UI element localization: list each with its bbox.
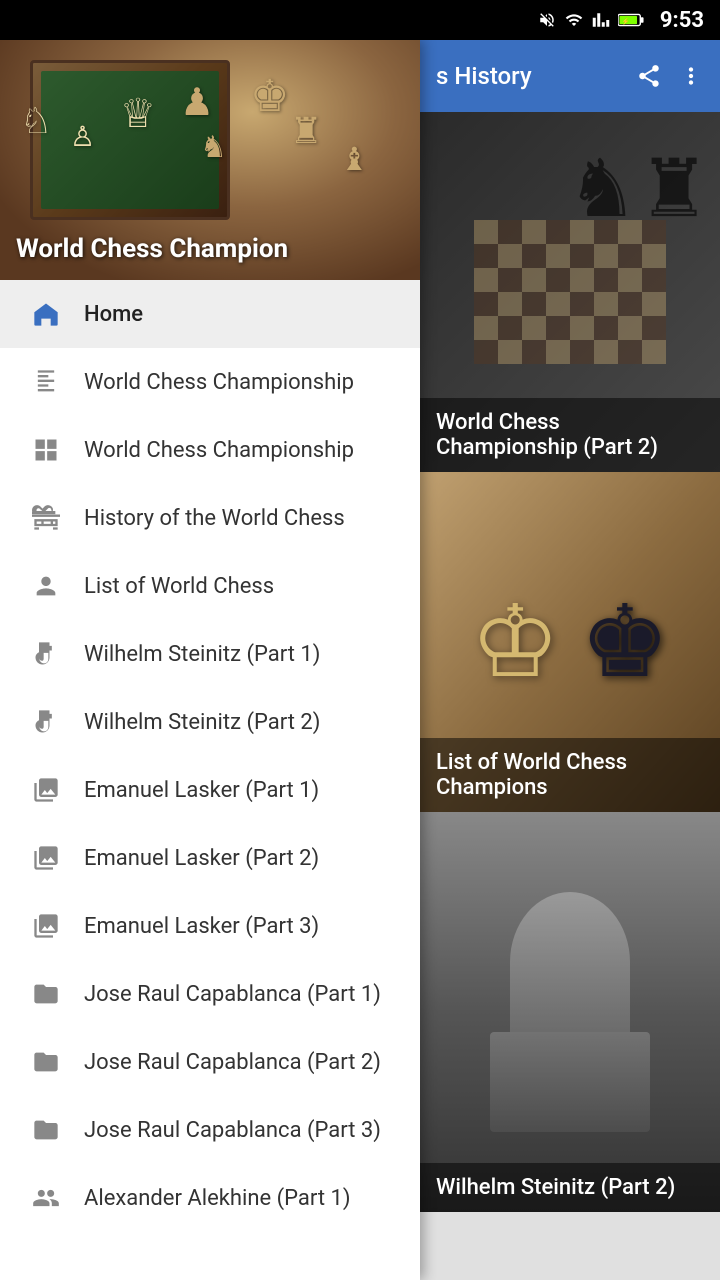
card-2-piece-dark: ♚ [580, 583, 670, 701]
sidebar-item-lasker2[interactable]: Emanuel Lasker (Part 2) [0, 824, 420, 892]
nav-label-wcc2: World Chess Championship [84, 438, 354, 463]
chess-board-pattern [474, 220, 666, 364]
nav-icon-lasker2 [24, 836, 68, 880]
sidebar-item-capa1[interactable]: Jose Raul Capablanca (Part 1) [0, 960, 420, 1028]
nav-icon-alek1 [24, 1176, 68, 1220]
share-icon[interactable] [636, 63, 662, 89]
nav-label-lasker3: Emanuel Lasker (Part 3) [84, 914, 319, 939]
sidebar-item-steinitz2[interactable]: Wilhelm Steinitz (Part 2) [0, 688, 420, 756]
wifi-icon [564, 11, 584, 29]
nav-icon-capa1 [24, 972, 68, 1016]
nav-icon-history [24, 496, 68, 540]
chess-piece-4: ♟ [180, 80, 214, 125]
content-area: s History [420, 40, 720, 1280]
more-options-icon[interactable] [678, 63, 704, 89]
card-1-overlay: World Chess Championship (Part 2) [420, 398, 720, 472]
drawer-header: ♘ ♙ ♕ ♟ ♞ ♚ ♜ ♝ World Chess Champion [0, 40, 420, 280]
main-wrapper: ♘ ♙ ♕ ♟ ♞ ♚ ♜ ♝ World Chess Champion Hom… [0, 40, 720, 1280]
card-2-piece-light: ♔ [470, 583, 560, 701]
chess-piece-5: ♞ [200, 130, 227, 165]
nav-label-capa3: Jose Raul Capablanca (Part 3) [84, 1118, 381, 1143]
mute-icon [538, 11, 556, 29]
nav-label-capa2: Jose Raul Capablanca (Part 2) [84, 1050, 381, 1075]
chess-piece-3: ♕ [120, 90, 156, 137]
chess-piece-8: ♝ [340, 140, 369, 178]
sidebar-item-home[interactable]: Home [0, 280, 420, 348]
status-icons: ⚡ 9:53 [538, 8, 704, 33]
nav-label-wcc1: World Chess Championship [84, 370, 354, 395]
status-time: 9:53 [660, 8, 704, 33]
card-3-overlay: Wilhelm Steinitz (Part 2) [420, 1163, 720, 1212]
navigation-drawer: ♘ ♙ ♕ ♟ ♞ ♚ ♜ ♝ World Chess Champion Hom… [0, 40, 420, 1280]
nav-icon-capa3 [24, 1108, 68, 1152]
nav-label-list: List of World Chess [84, 574, 274, 599]
app-bar: s History [420, 40, 720, 112]
app-bar-actions [636, 63, 704, 89]
battery-icon: ⚡ [618, 12, 644, 28]
nav-label-steinitz1: Wilhelm Steinitz (Part 1) [84, 642, 320, 667]
chess-piece-2: ♙ [70, 120, 95, 153]
sidebar-item-list[interactable]: List of World Chess [0, 552, 420, 620]
card-1-pieces: ♞♜ [567, 142, 710, 236]
card-1-title: World Chess Championship (Part 2) [436, 410, 658, 460]
content-card-3[interactable]: Wilhelm Steinitz (Part 2) [420, 812, 720, 1212]
portrait-area [490, 892, 650, 1132]
sidebar-item-history[interactable]: History of the World Chess [0, 484, 420, 552]
sidebar-item-wcc2[interactable]: World Chess Championship [0, 416, 420, 484]
nav-icon-steinitz2 [24, 700, 68, 744]
sidebar-item-alek1[interactable]: Alexander Alekhine (Part 1) [0, 1164, 420, 1232]
nav-label-lasker1: Emanuel Lasker (Part 1) [84, 778, 319, 803]
nav-icon-list [24, 564, 68, 608]
chess-piece-1: ♘ [20, 100, 52, 142]
nav-icon-wcc1 [24, 360, 68, 404]
card-2-overlay: List of World Chess Champions [420, 738, 720, 812]
nav-label-history: History of the World Chess [84, 506, 345, 531]
nav-icon-home [24, 292, 68, 336]
nav-icon-steinitz1 [24, 632, 68, 676]
sidebar-item-capa3[interactable]: Jose Raul Capablanca (Part 3) [0, 1096, 420, 1164]
card-3-title: Wilhelm Steinitz (Part 2) [436, 1175, 675, 1200]
chess-piece-6: ♚ [250, 70, 289, 122]
nav-icon-wcc2 [24, 428, 68, 472]
nav-icon-lasker1 [24, 768, 68, 812]
nav-label-alek1: Alexander Alekhine (Part 1) [84, 1186, 351, 1211]
sidebar-item-lasker1[interactable]: Emanuel Lasker (Part 1) [0, 756, 420, 824]
nav-label-home: Home [84, 302, 143, 327]
sidebar-item-wcc1[interactable]: World Chess Championship [0, 348, 420, 416]
nav-label-capa1: Jose Raul Capablanca (Part 1) [84, 982, 381, 1007]
nav-items-list: Home World Chess Championship World Chess … [0, 280, 420, 1232]
sidebar-item-capa2[interactable]: Jose Raul Capablanca (Part 2) [0, 1028, 420, 1096]
card-2-title: List of World Chess Champions [436, 750, 627, 800]
content-card-1[interactable]: ♞♜ World Chess Championship (Part 2) [420, 112, 720, 472]
status-bar: ⚡ 9:53 [0, 0, 720, 40]
card-3-background [420, 812, 720, 1212]
app-bar-title: s History [436, 62, 532, 90]
content-card-2[interactable]: ♔ ♚ List of World Chess Champions [420, 472, 720, 812]
nav-label-lasker2: Emanuel Lasker (Part 2) [84, 846, 319, 871]
drawer-header-title: World Chess Champion [16, 234, 288, 264]
signal-icon [592, 11, 610, 29]
sidebar-item-lasker3[interactable]: Emanuel Lasker (Part 3) [0, 892, 420, 960]
svg-text:⚡: ⚡ [622, 18, 630, 26]
chess-piece-7: ♜ [290, 110, 322, 152]
nav-icon-lasker3 [24, 904, 68, 948]
sidebar-item-steinitz1[interactable]: Wilhelm Steinitz (Part 1) [0, 620, 420, 688]
nav-icon-capa2 [24, 1040, 68, 1084]
nav-label-steinitz2: Wilhelm Steinitz (Part 2) [84, 710, 320, 735]
